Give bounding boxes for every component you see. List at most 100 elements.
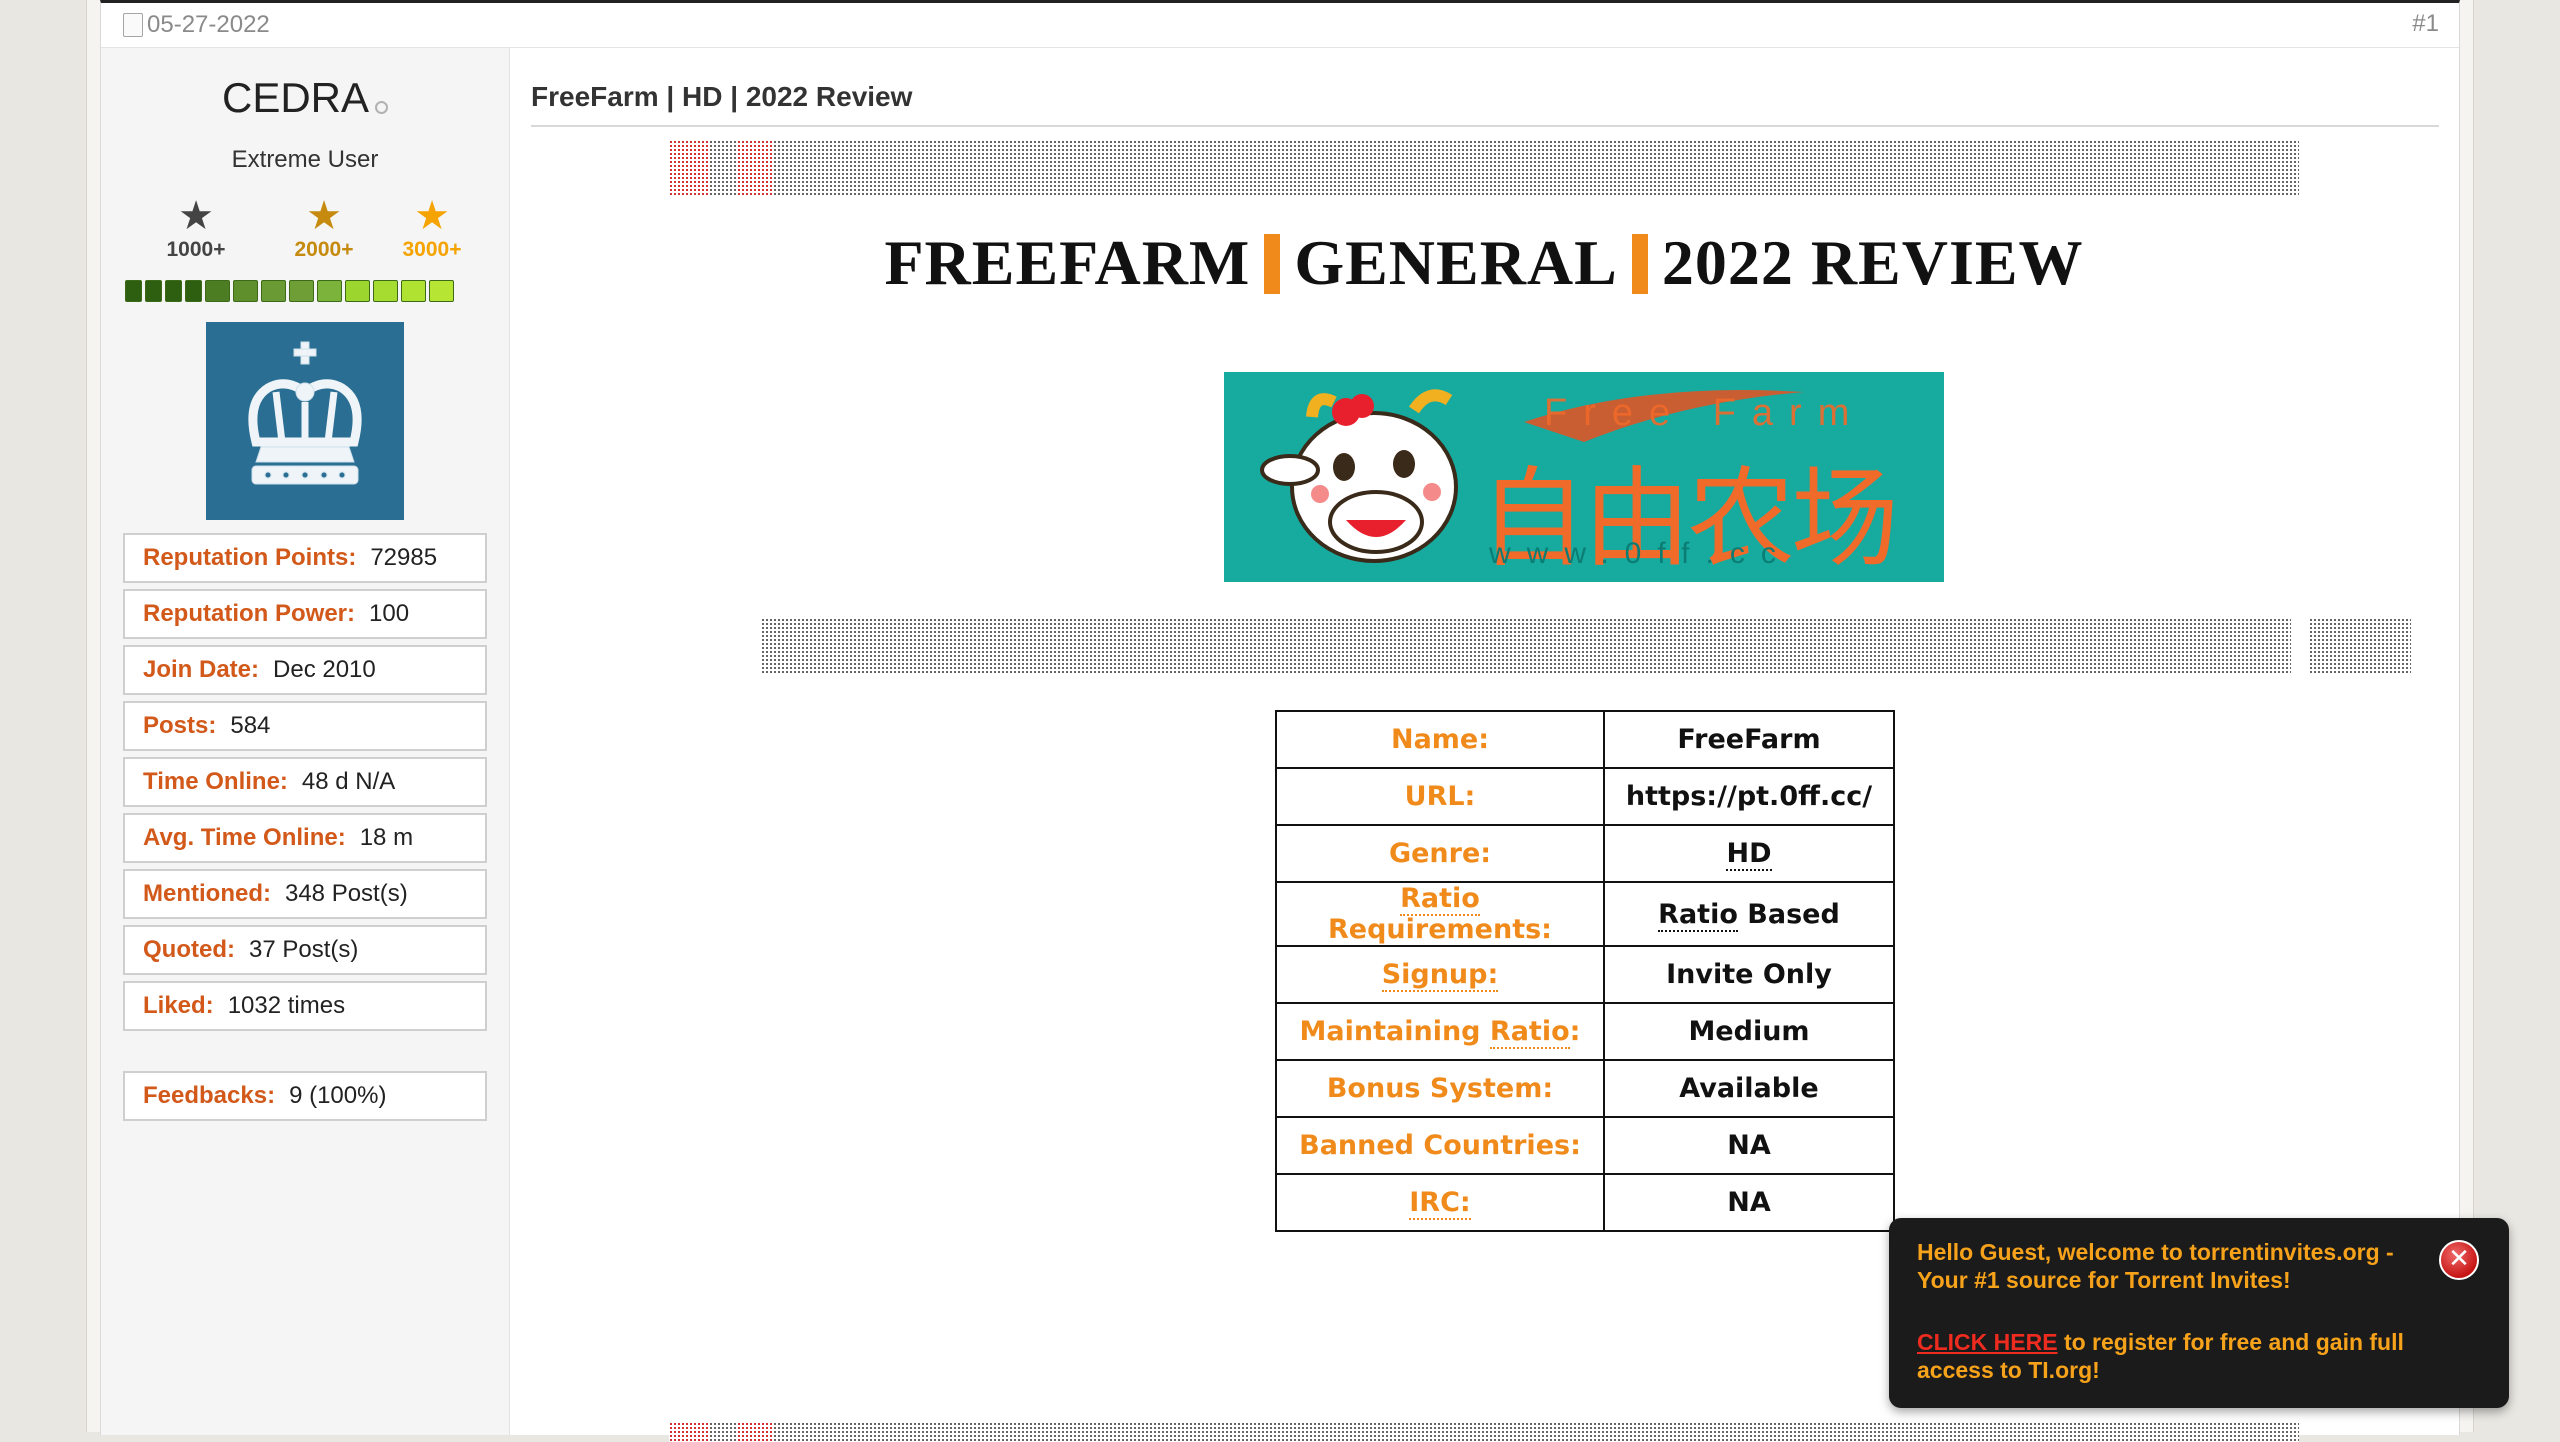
- stat-time-online: Time Online: 48 d N/A: [123, 757, 487, 807]
- info-label-abbr[interactable]: Maintaining Ratio:: [1275, 1002, 1605, 1061]
- document-icon: [123, 13, 143, 37]
- dotted-red-accent: [669, 1422, 709, 1442]
- info-label-abbr[interactable]: IRC:: [1275, 1173, 1605, 1232]
- close-icon[interactable]: ✕: [2439, 1240, 2479, 1280]
- star-icon: ★: [178, 194, 214, 238]
- table-row: Signup: Invite Only: [1275, 945, 1895, 1004]
- abbr-term[interactable]: Ratio: [1489, 1016, 1570, 1049]
- stat-label: Reputation Points:: [143, 544, 357, 571]
- stat-liked: Liked: 1032 times: [123, 981, 487, 1031]
- info-value: Available: [1603, 1059, 1895, 1118]
- stat-value: 1032 times: [227, 992, 346, 1019]
- stat-value: Dec 2010: [273, 656, 376, 683]
- post-number-link[interactable]: #1: [2412, 10, 2439, 38]
- reputation-segment: [373, 280, 398, 302]
- dotted-red-accent: [669, 140, 709, 196]
- abbr-term[interactable]: Ratio: [1400, 883, 1480, 916]
- heading-separator: [1631, 234, 1648, 294]
- star-icon: ★: [306, 194, 342, 238]
- table-row: Ratio Requirements: Ratio Based: [1275, 881, 1895, 947]
- abbr-term[interactable]: Ratio: [1658, 898, 1738, 932]
- star-label: 1000+: [166, 238, 226, 261]
- stat-mentioned: Mentioned: 348 Post(s): [123, 869, 487, 919]
- dotted-red-accent: [737, 140, 773, 196]
- abbr-term[interactable]: Signup:: [1381, 959, 1499, 992]
- guest-welcome-popup: Hello Guest, welcome to torrentinvites.o…: [1889, 1218, 2509, 1408]
- stat-value: 584: [230, 712, 271, 739]
- stat-label: Posts:: [143, 712, 217, 739]
- table-row: IRC: NA: [1275, 1173, 1895, 1232]
- info-value-abbr[interactable]: HD: [1603, 824, 1895, 883]
- dotted-divider-middle-end: [2309, 618, 2411, 674]
- username-block: CEDRA: [101, 74, 509, 122]
- stat-value: 9 (100%): [289, 1082, 387, 1109]
- reputation-segment: [145, 280, 162, 302]
- reputation-segment: [233, 280, 258, 302]
- stat-value: 18 m: [359, 824, 414, 851]
- info-value-abbr[interactable]: Ratio Based: [1603, 881, 1895, 947]
- offline-status-icon: [375, 101, 389, 115]
- user-avatar[interactable]: [206, 322, 404, 520]
- info-value: NA: [1603, 1173, 1895, 1232]
- abbr-term[interactable]: IRC:: [1409, 1187, 1471, 1220]
- username-link[interactable]: CEDRA: [222, 74, 369, 121]
- table-row: Bonus System: Available: [1275, 1059, 1895, 1118]
- banner-english-text: Free Farm: [1544, 392, 1866, 434]
- user-stats: Reputation Points: 72985 Reputation Power…: [123, 533, 487, 1127]
- stat-reputation-power: Reputation Power: 100: [123, 589, 487, 639]
- stat-feedbacks[interactable]: Feedbacks: 9 (100%): [123, 1071, 487, 1121]
- dotted-red-accent: [737, 1422, 773, 1442]
- dotted-divider-middle: [761, 618, 2291, 674]
- info-value: NA: [1603, 1116, 1895, 1175]
- abbr-term[interactable]: HD: [1726, 838, 1772, 871]
- freefarm-banner-image: Free Farm 自由农场 www.0ff.cc: [1224, 372, 1944, 582]
- stat-label: Quoted:: [143, 936, 235, 963]
- stat-label: Mentioned:: [143, 880, 271, 907]
- table-row: Name: FreeFarm: [1275, 710, 1895, 769]
- register-link[interactable]: CLICK HERE: [1917, 1329, 2058, 1355]
- achievement-stars: ★ 1000+ ★ 2000+ ★ 3000+: [141, 196, 521, 266]
- popup-cta: CLICK HERE to register for free and gain…: [1917, 1328, 2457, 1384]
- review-heading: FREEFARM GENERAL 2022 REVIEW: [509, 226, 2459, 300]
- info-label-abbr[interactable]: Signup:: [1275, 945, 1605, 1004]
- stat-avg-time-online: Avg. Time Online: 18 m: [123, 813, 487, 863]
- popup-greeting: Hello Guest, welcome to torrentinvites.o…: [1917, 1239, 2394, 1293]
- heading-separator: [1264, 234, 1281, 294]
- star-award-3000: ★ 3000+: [377, 196, 487, 262]
- reputation-segment: [289, 280, 314, 302]
- info-label-abbr[interactable]: Ratio Requirements:: [1275, 881, 1605, 947]
- info-label: Banned Countries:: [1275, 1116, 1605, 1175]
- info-value: Invite Only: [1603, 945, 1895, 1004]
- info-label: URL:: [1275, 767, 1605, 826]
- info-label: Genre:: [1275, 824, 1605, 883]
- post-header: 05-27-2022 #1: [101, 3, 2459, 48]
- dotted-divider-bottom: [669, 1422, 2299, 1442]
- table-row: Genre: HD: [1275, 824, 1895, 883]
- heading-part: FREEFARM: [884, 227, 1251, 298]
- reputation-segment: [165, 280, 182, 302]
- dotted-divider-top: [669, 140, 2299, 196]
- stat-value: 37 Post(s): [248, 936, 359, 963]
- stat-posts: Posts: 584: [123, 701, 487, 751]
- post-date: 05-27-2022: [123, 11, 270, 39]
- table-row: Banned Countries: NA: [1275, 1116, 1895, 1175]
- info-label: Bonus System:: [1275, 1059, 1605, 1118]
- stat-join-date: Join Date: Dec 2010: [123, 645, 487, 695]
- stat-quoted: Quoted: 37 Post(s): [123, 925, 487, 975]
- reputation-segment: [401, 280, 426, 302]
- reputation-segment: [317, 280, 342, 302]
- stat-label: Avg. Time Online:: [143, 824, 346, 851]
- banner-url-text: www.0ff.cc: [1489, 537, 1792, 570]
- info-label: Name:: [1275, 710, 1605, 769]
- title-divider: [531, 125, 2439, 127]
- stat-label: Feedbacks:: [143, 1082, 276, 1109]
- info-value: https://pt.0ff.cc/: [1603, 767, 1895, 826]
- table-row: URL: https://pt.0ff.cc/: [1275, 767, 1895, 826]
- star-award-2000: ★ 2000+: [269, 196, 379, 262]
- info-value: Medium: [1603, 1002, 1895, 1061]
- reputation-segment: [345, 280, 370, 302]
- post-title: FreeFarm | HD | 2022 Review: [531, 81, 913, 112]
- stat-value: 72985: [370, 544, 438, 571]
- stat-label: Join Date:: [143, 656, 260, 683]
- stat-label: Reputation Power:: [143, 600, 356, 627]
